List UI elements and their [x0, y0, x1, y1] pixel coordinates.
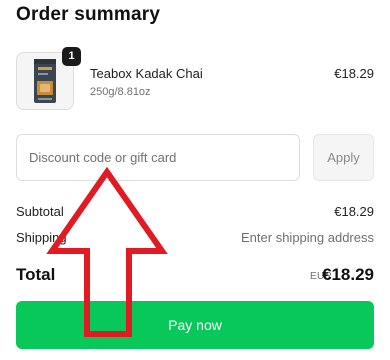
apply-discount-button[interactable]: Apply	[313, 134, 374, 181]
discount-code-input[interactable]	[16, 134, 300, 181]
total-amount: €18.29	[322, 265, 374, 284]
subtotal-label: Subtotal	[16, 204, 64, 219]
shipping-label: Shipping	[16, 230, 67, 245]
product-variant: 250g/8.81oz	[90, 86, 151, 98]
shipping-value: Enter shipping address	[241, 230, 374, 245]
pay-now-button[interactable]: Pay now	[16, 301, 374, 349]
product-price: €18.29	[334, 66, 374, 81]
product-name: Teabox Kadak Chai	[90, 66, 203, 81]
page-title: Order summary	[16, 4, 161, 25]
subtotal-value: €18.29	[334, 204, 374, 219]
total-label: Total	[16, 265, 56, 284]
quantity-badge: 1	[62, 47, 81, 66]
